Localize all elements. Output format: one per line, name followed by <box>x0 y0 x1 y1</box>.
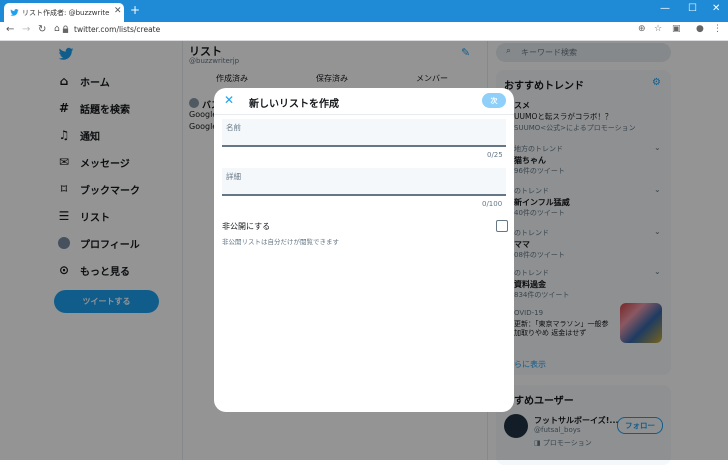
description-char-count: 0/100 <box>482 200 503 208</box>
tab-close-icon[interactable]: ✕ <box>114 6 122 16</box>
tab-title: リスト作成者: @buzzwriterjp / Tw <box>22 9 110 17</box>
browser-tab[interactable]: リスト作成者: @buzzwriterjp / Tw ✕ <box>4 3 124 22</box>
maximize-icon[interactable]: ☐ <box>688 3 697 14</box>
minimize-icon[interactable]: — <box>660 3 670 14</box>
twitter-bird-icon <box>10 9 19 16</box>
name-field-label: 名前 <box>226 123 241 132</box>
profile-icon[interactable]: ● <box>696 24 704 34</box>
description-field-label: 詳細 <box>226 172 241 181</box>
home-browser-icon[interactable]: ⌂ <box>54 24 60 34</box>
extension-icon[interactable]: ▣ <box>672 24 681 34</box>
window-close-icon[interactable]: ✕ <box>712 3 720 14</box>
next-button[interactable]: 次 <box>482 93 506 108</box>
name-char-count: 0/25 <box>487 151 503 159</box>
back-icon[interactable]: ← <box>6 24 14 35</box>
reload-icon[interactable]: ↻ <box>38 24 46 35</box>
description-field[interactable] <box>222 168 506 196</box>
private-help-text: 非公開リストは自分だけが閲覧できます <box>222 238 339 246</box>
lock-icon <box>62 25 69 33</box>
star-icon[interactable]: ☆ <box>654 24 662 34</box>
target-icon[interactable]: ⊕ <box>638 24 646 34</box>
close-icon[interactable]: ✕ <box>224 93 234 107</box>
new-tab-icon[interactable]: + <box>130 4 140 16</box>
private-label: 非公開にする <box>222 222 271 231</box>
dialog-title: 新しいリストを作成 <box>249 99 339 110</box>
name-field[interactable] <box>222 119 506 147</box>
menu-dots-icon[interactable]: ⋮ <box>713 24 722 34</box>
forward-icon[interactable]: → <box>22 24 30 35</box>
dialog-divider <box>214 114 514 115</box>
private-checkbox[interactable] <box>496 220 508 232</box>
url-field[interactable]: twitter.com/lists/create <box>74 25 160 34</box>
